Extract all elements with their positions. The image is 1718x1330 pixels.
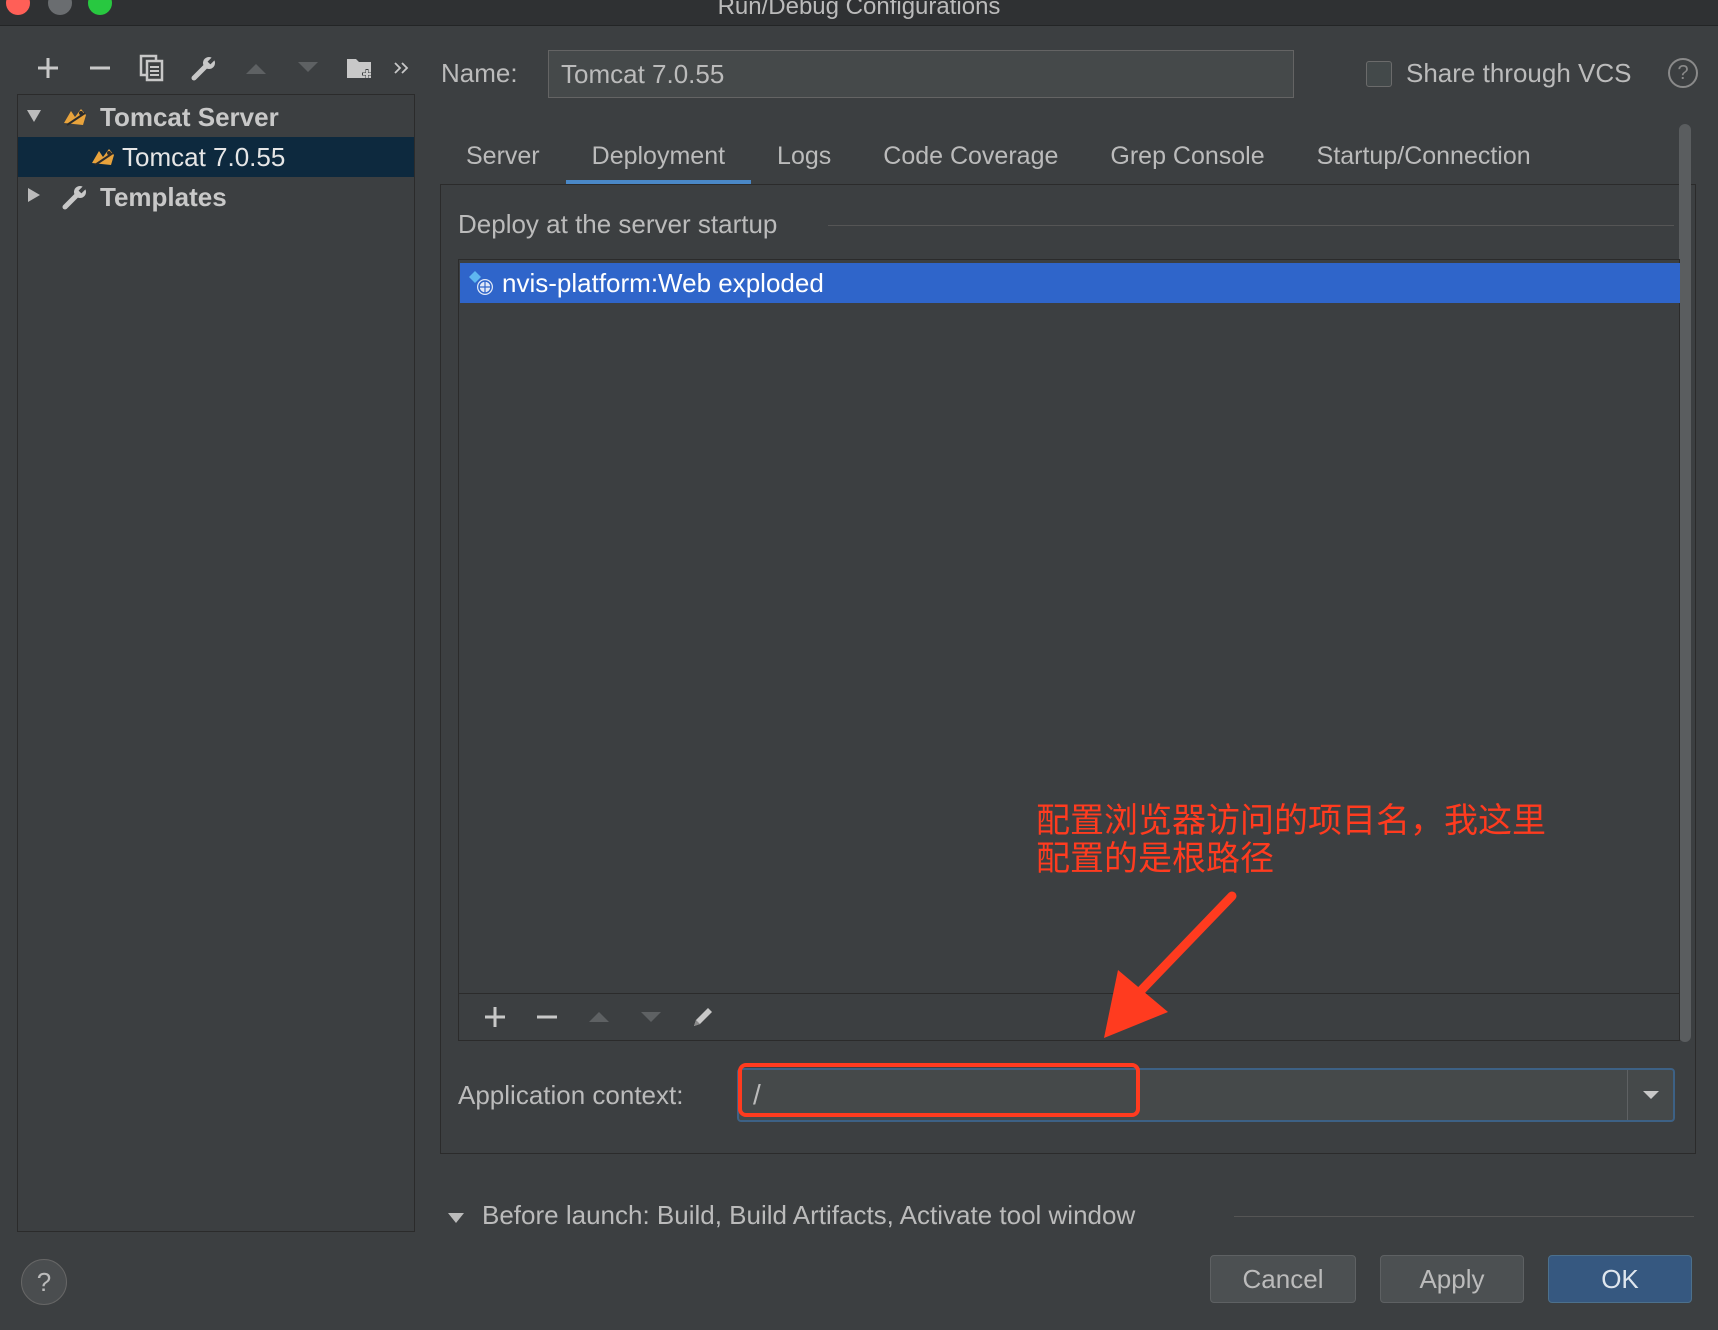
- configurations-tree: Tomcat Server Tomcat 7.0.55 Templates: [17, 94, 415, 1232]
- deploy-list-toolbar: [459, 993, 1679, 1040]
- tree-item-label: Tomcat 7.0.55: [122, 141, 286, 172]
- annotation-line: 配置的是根路径: [1036, 839, 1274, 879]
- tree-item-label: Tomcat Server: [100, 101, 279, 132]
- collapse-arrow-icon[interactable]: [447, 1208, 465, 1229]
- deploy-list-item[interactable]: nvis-platform:Web exploded: [460, 263, 1680, 303]
- tab-server[interactable]: Server: [440, 128, 566, 184]
- apply-button[interactable]: Apply: [1380, 1255, 1524, 1303]
- vertical-scrollbar[interactable]: [1679, 124, 1691, 1042]
- remove-icon[interactable]: [521, 997, 573, 1037]
- expand-arrow-icon[interactable]: [22, 106, 46, 129]
- more-icon[interactable]: [386, 48, 416, 88]
- move-up-icon[interactable]: [573, 997, 625, 1037]
- tree-item-tomcat-config[interactable]: Tomcat 7.0.55: [18, 137, 414, 177]
- wrench-icon[interactable]: [178, 48, 230, 88]
- annotation-highlight-box: [738, 1063, 1140, 1117]
- deploy-section-title: Deploy at the server startup: [458, 209, 778, 239]
- deploy-item-label: nvis-platform:Web exploded: [502, 267, 824, 298]
- tab-logs[interactable]: Logs: [751, 128, 857, 184]
- edit-icon[interactable]: [677, 997, 729, 1037]
- config-tabs: Server Deployment Logs Code Coverage Gre…: [440, 128, 1557, 184]
- title-bar: Run/Debug Configurations: [0, 0, 1718, 26]
- folder-add-icon[interactable]: [334, 48, 386, 88]
- web-artifact-icon: [460, 263, 502, 303]
- tomcat-icon: [86, 140, 120, 174]
- share-vcs-checkbox[interactable]: [1366, 61, 1392, 87]
- window-title: Run/Debug Configurations: [717, 0, 1001, 20]
- collapse-arrow-icon[interactable]: [22, 186, 46, 209]
- deploy-list: nvis-platform:Web exploded: [458, 259, 1680, 1041]
- section-divider: [1234, 1216, 1694, 1217]
- name-label: Name:: [441, 58, 518, 88]
- configurations-toolbar: [22, 48, 416, 88]
- tree-item-tomcat-server[interactable]: Tomcat Server: [18, 97, 414, 137]
- annotation-text: 配置浏览器访问的项目名，我这里 配置的是根路径: [1036, 802, 1636, 878]
- section-divider: [828, 225, 1674, 226]
- wrench-icon: [58, 180, 92, 214]
- tab-startup-connection[interactable]: Startup/Connection: [1291, 128, 1557, 184]
- tab-deployment[interactable]: Deployment: [565, 128, 752, 184]
- annotation-arrow-icon: [1104, 891, 1237, 1038]
- tab-code-coverage[interactable]: Code Coverage: [857, 128, 1084, 184]
- tab-grep-console[interactable]: Grep Console: [1084, 128, 1290, 184]
- app-context-label: Application context:: [458, 1080, 684, 1110]
- tomcat-icon: [58, 100, 92, 134]
- name-field[interactable]: [548, 50, 1294, 98]
- add-icon[interactable]: [469, 997, 521, 1037]
- move-down-icon[interactable]: [282, 48, 334, 88]
- ok-button[interactable]: OK: [1548, 1255, 1692, 1303]
- move-down-icon[interactable]: [625, 997, 677, 1037]
- annotation-line: 配置浏览器访问的项目名，我这里: [1036, 801, 1546, 841]
- add-icon[interactable]: [22, 48, 74, 88]
- tree-item-templates[interactable]: Templates: [18, 177, 414, 217]
- help-icon[interactable]: ?: [1668, 58, 1698, 88]
- before-launch-label[interactable]: Before launch: Build, Build Artifacts, A…: [482, 1200, 1135, 1231]
- tree-item-label: Templates: [100, 181, 227, 212]
- cancel-button[interactable]: Cancel: [1210, 1255, 1356, 1303]
- share-vcs-label[interactable]: Share through VCS: [1406, 58, 1631, 89]
- chevron-down-icon[interactable]: [1627, 1070, 1673, 1120]
- move-up-icon[interactable]: [230, 48, 282, 88]
- copy-icon[interactable]: [126, 48, 178, 88]
- remove-icon[interactable]: [74, 48, 126, 88]
- help-button[interactable]: ?: [21, 1259, 67, 1305]
